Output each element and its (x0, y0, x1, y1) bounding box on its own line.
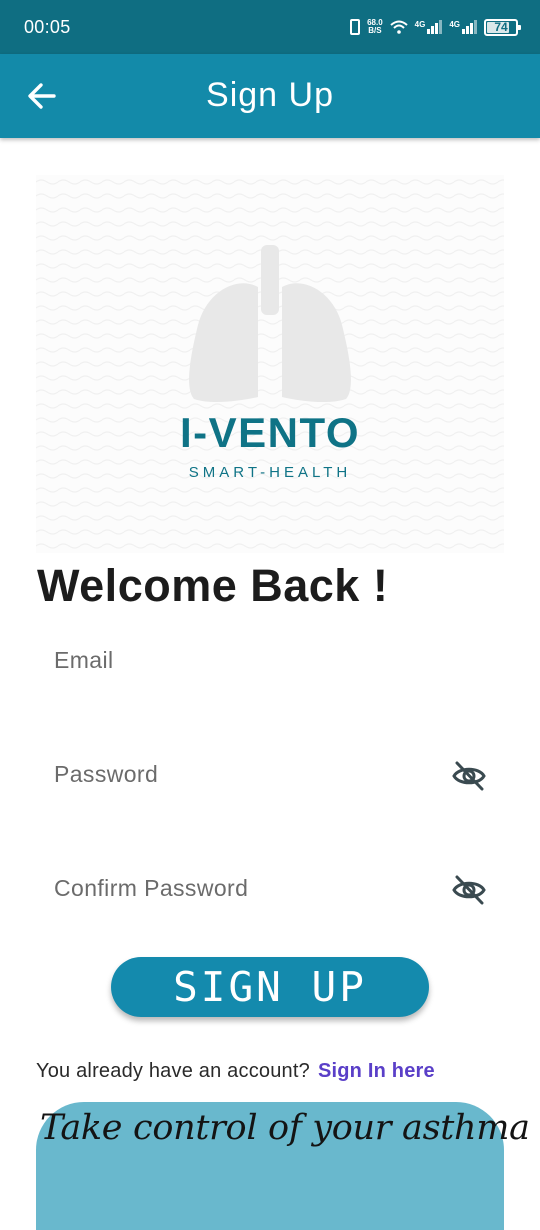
lungs-icon: I-VENTO SMART-HEALTH (36, 175, 504, 553)
email-placeholder: Email (54, 647, 114, 673)
logo-card: I-VENTO SMART-HEALTH (36, 175, 504, 553)
network-speed: 68.0 B/S (367, 19, 383, 35)
app-bar: Sign Up (0, 54, 540, 138)
email-field[interactable]: Email (36, 643, 504, 723)
confirm-password-field[interactable]: Confirm Password (36, 871, 504, 951)
password-placeholder: Password (54, 761, 159, 787)
sim2-label: 4G (449, 20, 460, 29)
battery-icon: 74 (484, 18, 521, 36)
page-title: Sign Up (206, 76, 334, 114)
battery-level: 74 (494, 20, 508, 34)
signal-icon: 4G (449, 20, 477, 34)
promo-card: Take control of your asthma (36, 1102, 530, 1230)
logo-brand: I-VENTO (180, 409, 360, 456)
signin-prompt: You already have an account? Sign In here (36, 1060, 435, 1083)
signin-link[interactable]: Sign In here (318, 1060, 435, 1082)
welcome-heading: Welcome Back ! (37, 560, 389, 611)
signin-question: You already have an account? (36, 1060, 310, 1082)
vibrate-icon (350, 19, 361, 35)
status-icons: 68.0 B/S 4G 4G 74 (350, 18, 521, 36)
signup-button[interactable]: SIGN UP (111, 957, 429, 1017)
network-speed-unit: B/S (368, 26, 382, 35)
logo-tagline: SMART-HEALTH (189, 464, 351, 481)
confirm-password-placeholder: Confirm Password (54, 875, 249, 901)
eye-off-icon[interactable] (450, 757, 488, 795)
promo-text: Take control of your asthma (40, 1108, 530, 1148)
sim1-label: 4G (414, 20, 426, 29)
status-bar: 00:05 68.0 B/S 4G 4G 74 (0, 0, 540, 54)
signal-icon: 4G (415, 20, 443, 34)
wifi-icon (389, 20, 408, 34)
password-field[interactable]: Password (36, 757, 504, 837)
status-time: 00:05 (24, 16, 71, 37)
eye-off-icon[interactable] (450, 871, 488, 909)
